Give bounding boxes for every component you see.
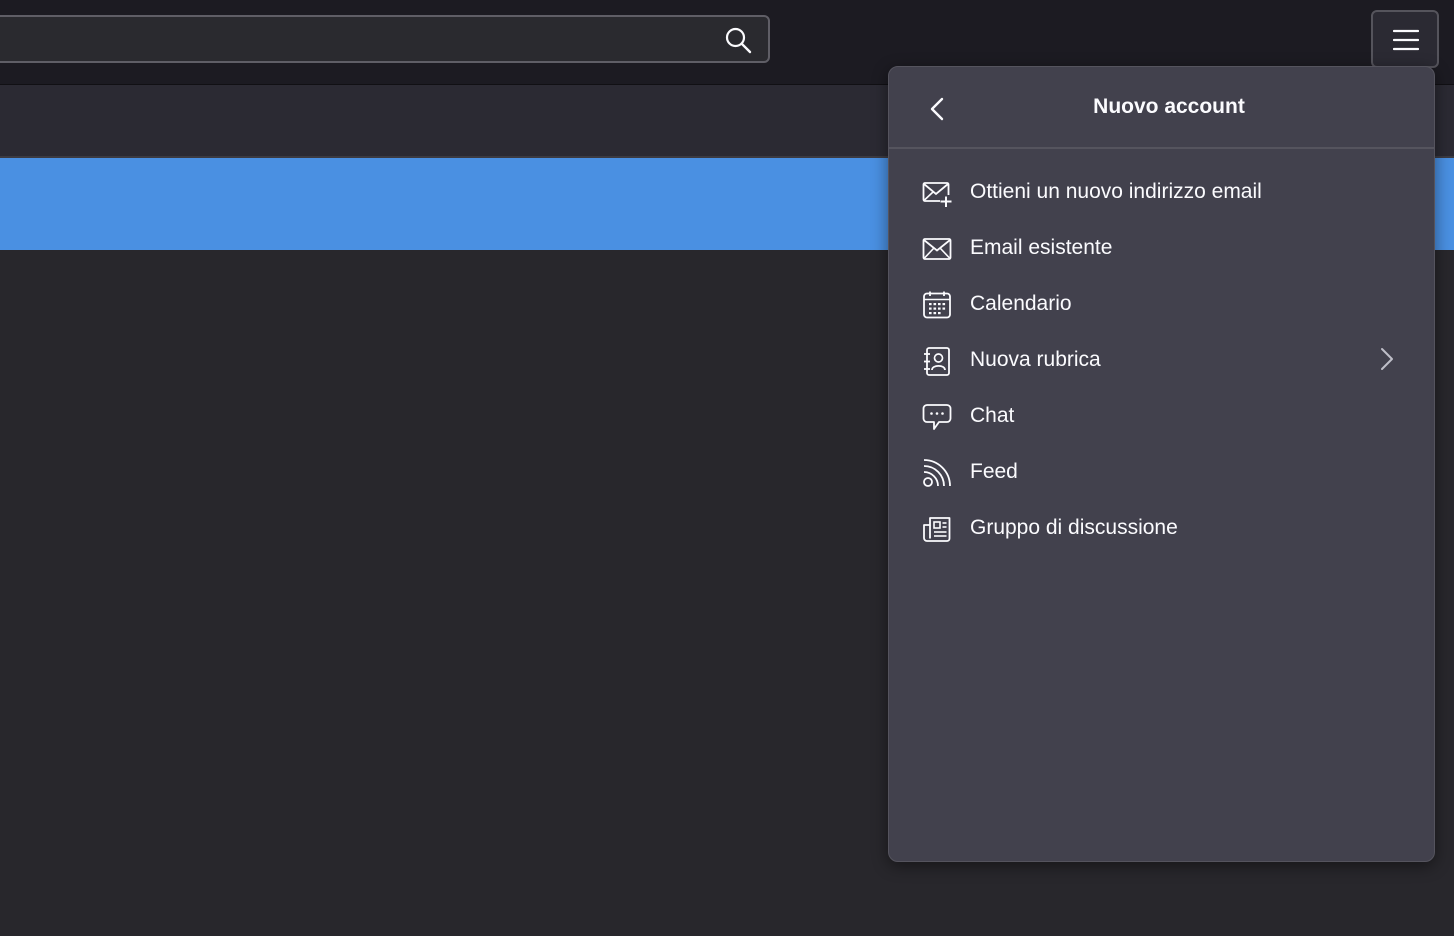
panel-header: Nuovo account <box>889 67 1434 149</box>
menu-item-newsgroup[interactable]: Gruppo di discussione <box>889 500 1434 556</box>
calendar-icon <box>923 291 951 319</box>
newsgroup-icon <box>923 517 951 542</box>
menu-item-calendar[interactable]: Calendario <box>889 276 1434 332</box>
new-account-menu-list: Ottieni un nuovo indirizzo email Email e… <box>889 164 1434 556</box>
menu-item-feed[interactable]: Feed <box>889 444 1434 500</box>
menu-item-label: Email esistente <box>970 236 1113 259</box>
rss-feed-icon <box>923 459 951 487</box>
menu-item-chat[interactable]: Chat <box>889 388 1434 444</box>
menu-item-label: Calendario <box>970 292 1072 315</box>
menu-item-new-email-address[interactable]: Ottieni un nuovo indirizzo email <box>889 164 1434 220</box>
menu-item-label: Nuova rubrica <box>970 348 1101 371</box>
menu-item-new-address-book[interactable]: Nuova rubrica <box>889 332 1434 388</box>
panel-title: Nuovo account <box>1093 95 1245 118</box>
address-book-icon <box>924 347 950 376</box>
menu-item-label: Feed <box>970 460 1018 483</box>
chevron-right-icon <box>1381 348 1393 370</box>
menu-item-label: Gruppo di discussione <box>970 516 1178 539</box>
menu-item-existing-email[interactable]: Email esistente <box>889 220 1434 276</box>
mail-icon <box>922 238 952 260</box>
hamburger-menu-icon <box>1393 29 1419 51</box>
search-input[interactable] <box>6 23 700 57</box>
search-box[interactable] <box>0 15 770 63</box>
menu-item-label: Chat <box>970 404 1015 427</box>
chat-icon <box>922 404 952 430</box>
search-icon[interactable] <box>724 26 752 54</box>
new-account-panel: Nuovo account Ottieni un nuovo indirizzo… <box>888 66 1435 862</box>
mail-plus-icon <box>922 182 952 207</box>
menu-item-label: Ottieni un nuovo indirizzo email <box>970 180 1262 203</box>
app-menu-button[interactable] <box>1371 10 1439 68</box>
